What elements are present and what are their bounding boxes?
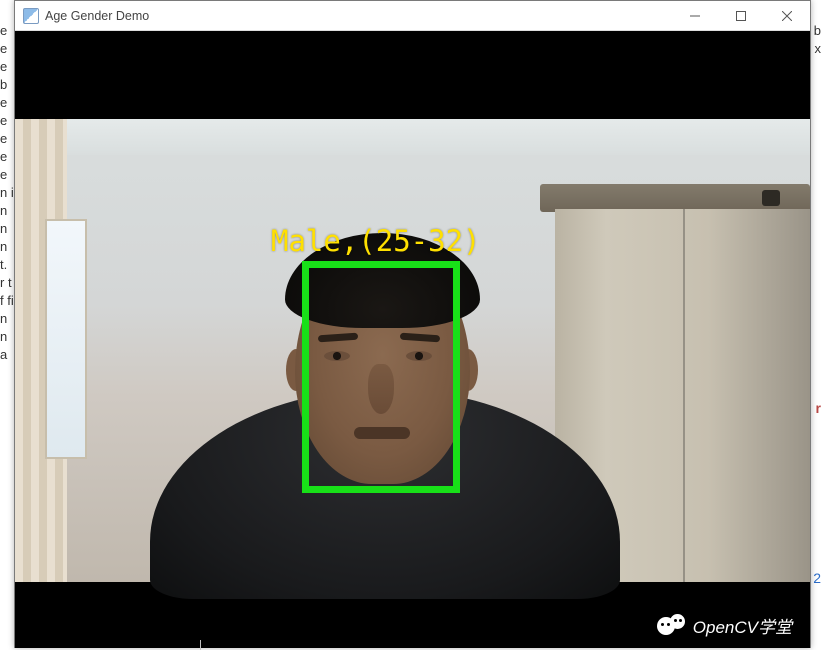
- background-text-left: e e e b e e e e e n i n n n t. r t f fi …: [0, 22, 15, 650]
- face-bounding-box: [302, 261, 460, 493]
- video-content: Male,(25-32) OpenCV学堂: [15, 31, 810, 648]
- window-title: Age Gender Demo: [45, 9, 672, 23]
- app-icon: [23, 8, 39, 24]
- close-button[interactable]: [764, 1, 810, 31]
- app-window: Age Gender Demo: [14, 0, 811, 648]
- watermark-text: OpenCV学堂: [693, 613, 792, 638]
- watermark: OpenCV学堂: [657, 613, 792, 638]
- maximize-button[interactable]: [718, 1, 764, 31]
- background-link-char: 2: [813, 570, 821, 586]
- background-separator: [200, 640, 201, 650]
- background-colored-char: r: [816, 400, 821, 416]
- prediction-label: Male,(25-32): [271, 224, 481, 258]
- maximize-icon: [736, 11, 746, 21]
- close-icon: [782, 11, 792, 21]
- background-text-right: b x: [810, 22, 821, 650]
- minimize-icon: [690, 11, 700, 21]
- wechat-icon: [657, 614, 687, 638]
- minimize-button[interactable]: [672, 1, 718, 31]
- titlebar[interactable]: Age Gender Demo: [15, 1, 810, 31]
